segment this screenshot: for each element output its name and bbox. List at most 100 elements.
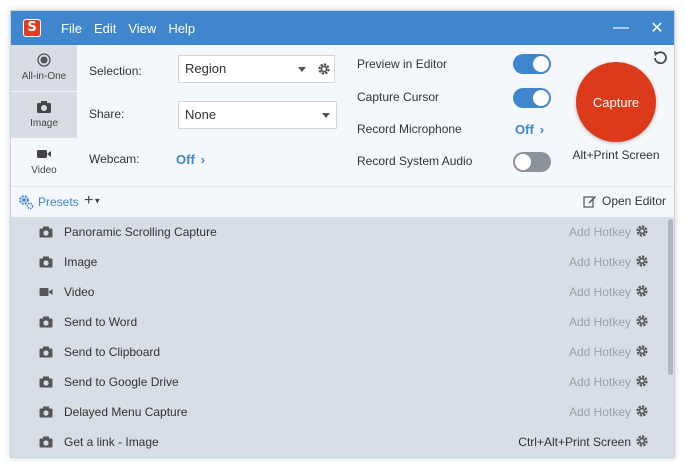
chevron-down-icon — [322, 113, 330, 118]
presets-list: Panoramic Scrolling Capture Add Hotkey Ima… — [11, 217, 674, 457]
snagit-capture-window: S File Edit View Help — ✕ All-in-One Ima… — [10, 10, 675, 458]
preset-name: Get a link - Image — [64, 435, 159, 449]
chevron-down-icon — [298, 67, 306, 72]
open-editor-button[interactable]: Open Editor — [583, 194, 666, 208]
tab-video[interactable]: Video — [11, 139, 77, 185]
add-hotkey-button[interactable]: Add Hotkey — [569, 285, 631, 299]
plus-icon: + — [84, 192, 94, 209]
preset-row[interactable]: Delayed Menu Capture Add Hotkey — [11, 397, 667, 427]
record-system-audio-label: Record System Audio — [357, 154, 473, 168]
preset-row[interactable]: Send to Word Add Hotkey — [11, 307, 667, 337]
share-label: Share: — [89, 107, 125, 121]
add-hotkey-button[interactable]: Add Hotkey — [569, 225, 631, 239]
close-button[interactable]: ✕ — [637, 11, 674, 45]
preset-row[interactable]: Send to Google Drive Add Hotkey — [11, 367, 667, 397]
camera-icon — [39, 376, 53, 391]
gear-icon[interactable] — [635, 224, 649, 241]
selection-dropdown[interactable]: Region — [178, 55, 335, 83]
title-bar: S File Edit View Help — ✕ — [11, 11, 674, 45]
radio-circle-icon — [37, 53, 51, 67]
preset-hotkey[interactable]: Ctrl+Alt+Print Screen — [518, 435, 631, 449]
preset-name: Send to Word — [64, 315, 138, 329]
camera-icon — [39, 406, 53, 421]
toggle-knob — [533, 90, 549, 106]
camera-icon — [39, 256, 53, 271]
capture-button[interactable]: Capture — [576, 62, 656, 142]
video-camera-icon — [39, 286, 53, 301]
microphone-toggle-link[interactable]: Off › — [515, 122, 544, 137]
capture-cursor-toggle[interactable] — [513, 88, 551, 108]
video-camera-icon — [37, 150, 51, 158]
preset-row[interactable]: Video Add Hotkey — [11, 277, 667, 307]
preview-in-editor-toggle[interactable] — [513, 54, 551, 74]
add-hotkey-button[interactable]: Add Hotkey — [569, 375, 631, 389]
app-logo-icon: S — [23, 19, 41, 37]
chevron-right-icon: › — [200, 152, 206, 167]
webcam-label: Webcam: — [89, 152, 140, 166]
camera-icon — [39, 346, 53, 361]
tab-image[interactable]: Image — [11, 92, 77, 138]
scrollbar-thumb[interactable] — [668, 219, 673, 375]
preset-name: Video — [64, 285, 95, 299]
camera-icon — [39, 226, 53, 241]
preset-row[interactable]: Panoramic Scrolling Capture Add Hotkey — [11, 217, 667, 247]
tab-label: All-in-One — [21, 71, 67, 82]
selection-value: Region — [185, 61, 227, 76]
chevron-down-icon: ▼ — [93, 196, 102, 206]
gear-icon[interactable] — [635, 344, 649, 361]
webcam-toggle-link[interactable]: Off › — [176, 152, 205, 167]
preset-name: Delayed Menu Capture — [64, 405, 188, 419]
menu-file[interactable]: File — [61, 21, 82, 36]
toggle-knob — [515, 154, 531, 170]
menu-bar: File Edit View Help — [61, 11, 195, 45]
preset-name: Image — [64, 255, 98, 269]
minimize-button[interactable]: — — [601, 11, 641, 45]
tab-label: Video — [31, 165, 57, 176]
add-hotkey-button[interactable]: Add Hotkey — [569, 345, 631, 359]
add-hotkey-button[interactable]: Add Hotkey — [569, 315, 631, 329]
preset-name: Send to Clipboard — [64, 345, 161, 359]
chevron-right-icon: › — [539, 122, 545, 137]
gear-icon[interactable] — [635, 284, 649, 301]
open-editor-label: Open Editor — [602, 194, 667, 208]
add-preset-button[interactable]: +▼ — [84, 192, 101, 210]
gear-icon[interactable] — [317, 62, 331, 76]
webcam-value: Off — [176, 152, 195, 167]
capture-mode-tabs: All-in-One Image Video — [11, 45, 77, 185]
preset-row[interactable]: Send to Clipboard Add Hotkey — [11, 337, 667, 367]
tab-all-in-one[interactable]: All-in-One — [11, 45, 77, 91]
gear-icon[interactable] — [635, 314, 649, 331]
gear-icon[interactable] — [635, 404, 649, 421]
share-value: None — [185, 107, 217, 122]
edit-icon — [583, 196, 596, 208]
preview-in-editor-label: Preview in Editor — [357, 57, 448, 71]
toggle-knob — [533, 56, 549, 72]
gear-icon[interactable] — [635, 374, 649, 391]
reset-icon[interactable] — [651, 49, 669, 67]
presets-bar: Presets +▼ Open Editor — [11, 186, 674, 216]
preset-name: Send to Google Drive — [64, 375, 179, 389]
preset-name: Panoramic Scrolling Capture — [64, 225, 217, 239]
gear-icon[interactable] — [635, 434, 649, 451]
presets-button[interactable]: Presets — [38, 195, 79, 209]
capture-cursor-label: Capture Cursor — [357, 90, 440, 104]
gears-icon — [19, 195, 34, 210]
menu-edit[interactable]: Edit — [94, 21, 116, 36]
record-microphone-label: Record Microphone — [357, 122, 462, 136]
preset-row[interactable]: Image Add Hotkey — [11, 247, 667, 277]
capture-hotkey-text: Alt+Print Screen — [572, 148, 660, 162]
selection-label: Selection: — [89, 64, 142, 78]
share-dropdown[interactable]: None — [178, 101, 337, 129]
camera-icon — [39, 316, 53, 331]
menu-help[interactable]: Help — [168, 21, 195, 36]
menu-view[interactable]: View — [128, 21, 156, 36]
camera-icon — [39, 436, 53, 451]
tab-label: Image — [30, 118, 58, 129]
add-hotkey-button[interactable]: Add Hotkey — [569, 255, 631, 269]
microphone-value: Off — [515, 122, 534, 137]
camera-icon — [37, 101, 51, 113]
preset-row[interactable]: Get a link - Image Ctrl+Alt+Print Screen — [11, 427, 667, 457]
record-system-audio-toggle[interactable] — [513, 152, 551, 172]
add-hotkey-button[interactable]: Add Hotkey — [569, 405, 631, 419]
gear-icon[interactable] — [635, 254, 649, 271]
